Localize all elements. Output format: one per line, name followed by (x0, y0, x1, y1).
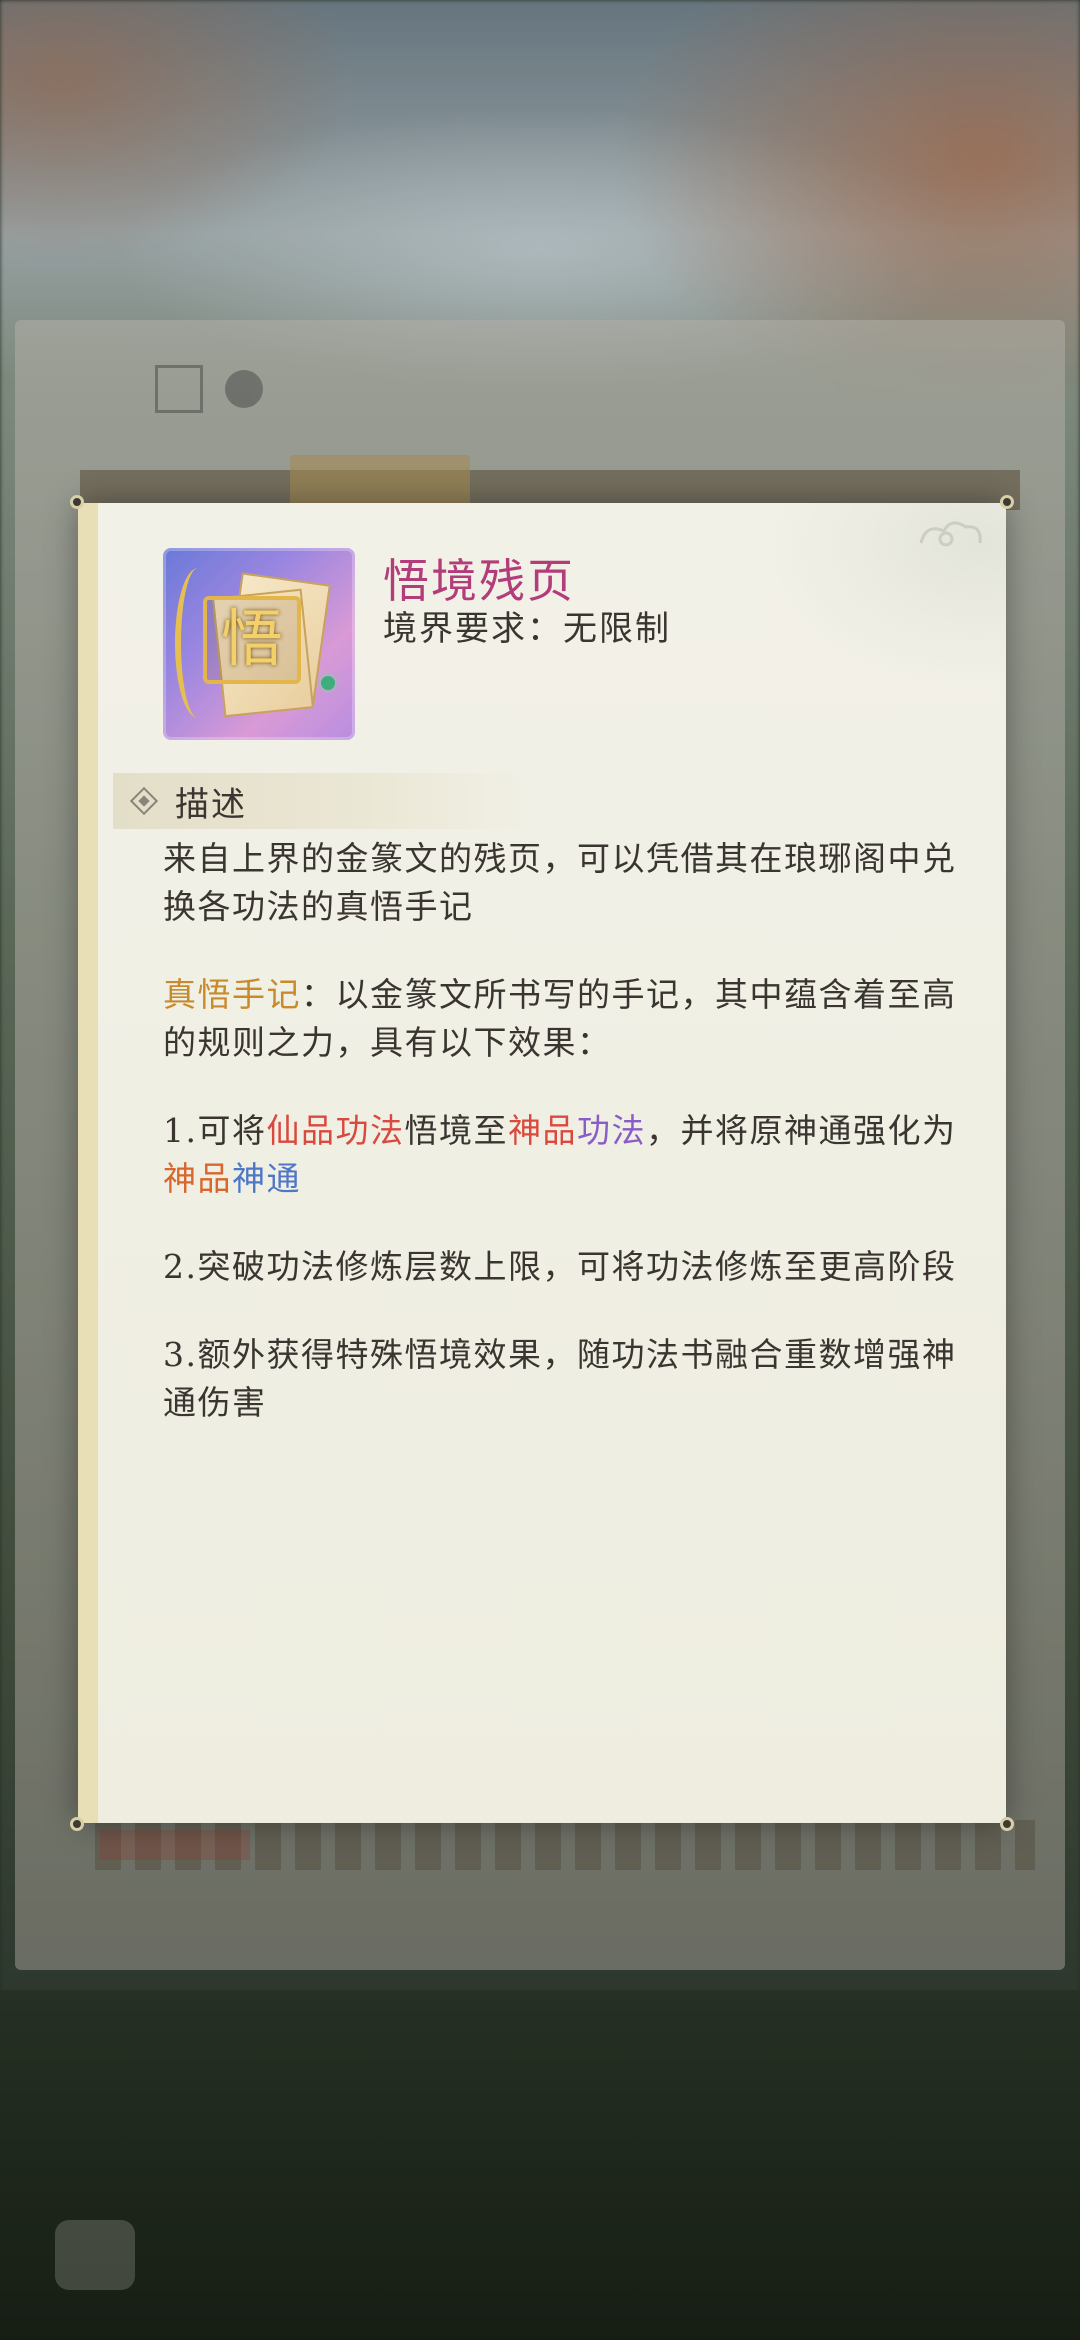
item-requirement: 境界要求：无限制 (383, 609, 671, 649)
effect-item-2: 2.突破功法修炼层数上限，可将功法修炼至更高阶段 (163, 1247, 957, 1286)
term-shentong: 神通 (232, 1159, 301, 1198)
effect1-prefix: 1.可将 (163, 1111, 267, 1150)
term-gongfa: 功法 (577, 1111, 646, 1150)
description-section-header: 描述 (113, 773, 533, 829)
cloud-decoration-icon (919, 521, 982, 547)
section-title: 描述 (175, 784, 247, 825)
glyph-icon: 悟 (203, 596, 301, 684)
effect-item-3: 3.额外获得特殊悟境效果，随功法书融合重数增强神通伤害 (163, 1335, 957, 1422)
effect1-mid: 悟境至 (404, 1111, 508, 1150)
item-detail-panel: 悟 悟境残页 境界要求：无限制 描述 来自上界的金篆文的残页，可以凭借其在琅琊阁… (70, 495, 1014, 1831)
item-icon: 悟 (163, 548, 355, 740)
description-intro: 来自上界的金篆文的残页，可以凭借其在琅琊阁中兑换各功法的真悟手记 (163, 839, 957, 926)
term-shenpin: 神品 (508, 1111, 577, 1150)
description-note: 真悟手记：以金篆文所书写的手记，其中蕴含着至高的规则之力，具有以下效果： (163, 971, 983, 1067)
effect1-mid2: ，并将原神通强化为 (646, 1111, 957, 1150)
gem-icon (321, 676, 335, 690)
term-xianpin-gongfa: 仙品功法 (266, 1111, 405, 1150)
corner-rivet-icon (70, 495, 84, 509)
effect-item-1: 1.可将仙品功法悟境至神品功法，并将原神通强化为神品神通 (163, 1107, 983, 1203)
diamond-bullet-icon (131, 788, 157, 814)
corner-rivet-icon (70, 1817, 84, 1831)
description-body: 来自上界的金篆文的残页，可以凭借其在琅琊阁中兑换各功法的真悟手记 真悟手记：以金… (163, 835, 983, 1467)
note-term: 真悟手记 (163, 975, 301, 1014)
term-shenpin-2: 神品 (163, 1159, 232, 1198)
corner-rivet-icon (1000, 1817, 1014, 1831)
corner-rivet-icon (1000, 495, 1014, 509)
